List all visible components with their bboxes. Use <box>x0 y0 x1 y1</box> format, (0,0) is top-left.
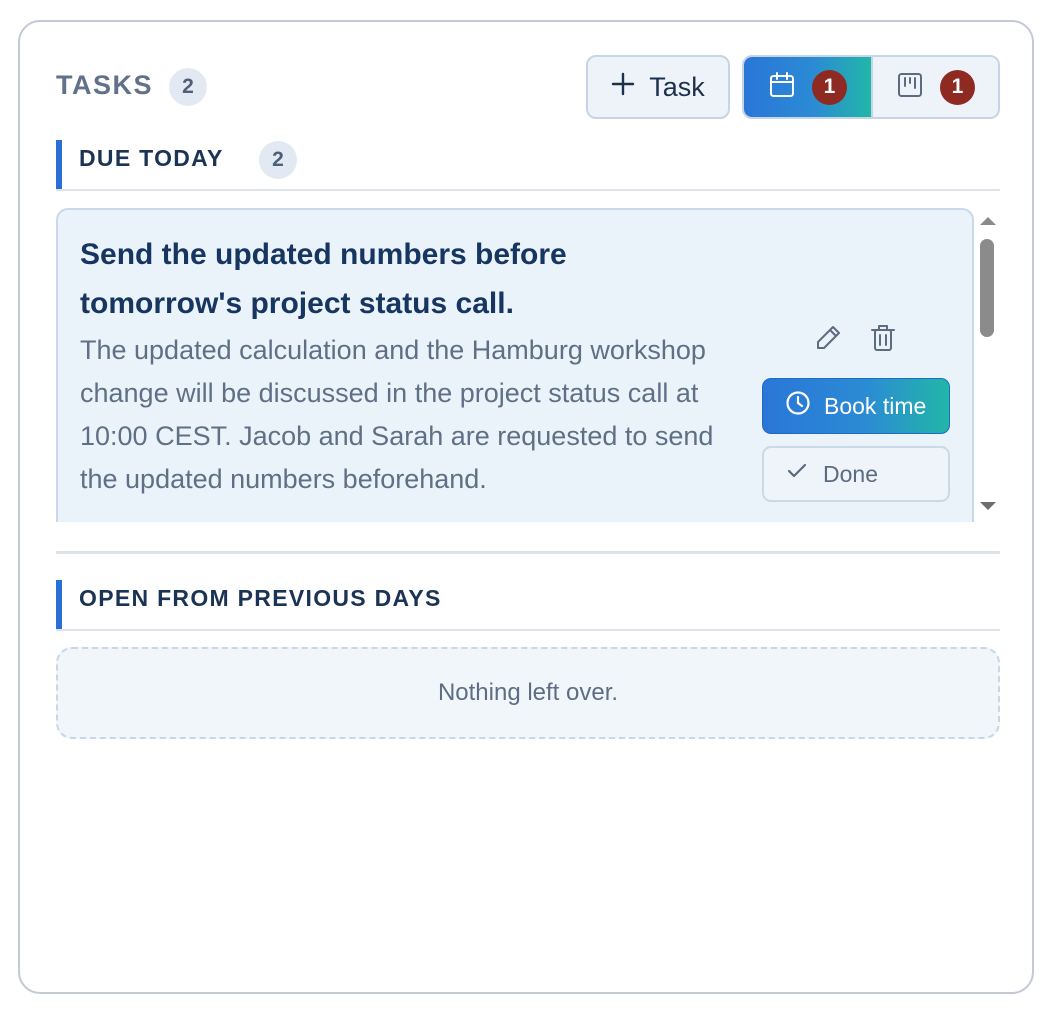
plus-icon <box>611 72 635 103</box>
scroll-down-arrow-icon[interactable] <box>980 502 996 510</box>
board-view-count-badge: 1 <box>940 69 975 105</box>
section-accent-bar <box>56 580 62 629</box>
delete-task-button[interactable] <box>865 322 901 358</box>
book-time-button[interactable]: Book time <box>762 378 950 434</box>
check-icon <box>786 460 808 488</box>
section-accent-bar <box>56 140 62 189</box>
tasks-panel: TASKS 2 Task 1 1 DUE TODAY 2 Send the up… <box>18 20 1034 994</box>
add-task-button[interactable]: Task <box>586 55 730 119</box>
add-task-label: Task <box>649 71 705 102</box>
due-today-label: DUE TODAY <box>79 145 224 171</box>
task-card: Send the updated numbers before tomorrow… <box>56 208 974 522</box>
board-view-tab[interactable]: 1 <box>871 57 998 117</box>
calendar-view-count-badge: 1 <box>812 69 847 105</box>
task-description: The updated calculation and the Hamburg … <box>80 335 714 494</box>
section-divider <box>56 551 1000 554</box>
task-list-scrollbar[interactable] <box>974 208 1000 522</box>
due-today-count-badge: 2 <box>259 141 297 179</box>
scrollbar-thumb[interactable] <box>980 239 994 337</box>
task-title: Send the updated numbers before tomorrow… <box>80 238 567 320</box>
clock-icon <box>785 390 811 422</box>
view-toggle: 1 1 <box>742 55 1000 119</box>
edit-task-button[interactable] <box>810 322 846 358</box>
task-count-badge: 2 <box>169 68 207 106</box>
previous-days-label: OPEN FROM PREVIOUS DAYS <box>79 585 442 611</box>
due-today-task-list[interactable]: Send the updated numbers before tomorrow… <box>56 208 1000 522</box>
scroll-up-arrow-icon[interactable] <box>980 217 996 225</box>
book-time-label: Book time <box>824 392 927 419</box>
mark-done-button[interactable]: Done <box>762 446 950 502</box>
previous-days-empty-state: Nothing left over. <box>56 647 1000 739</box>
due-today-section-header: DUE TODAY <box>56 140 1000 191</box>
calendar-icon <box>768 71 796 104</box>
calendar-view-tab[interactable]: 1 <box>744 57 871 117</box>
trash-icon <box>868 323 898 358</box>
panel-title: TASKS <box>56 70 154 100</box>
kanban-board-icon <box>896 71 924 104</box>
pencil-icon <box>813 323 843 358</box>
done-label: Done <box>823 460 878 487</box>
previous-days-section-header: OPEN FROM PREVIOUS DAYS <box>56 580 1000 631</box>
